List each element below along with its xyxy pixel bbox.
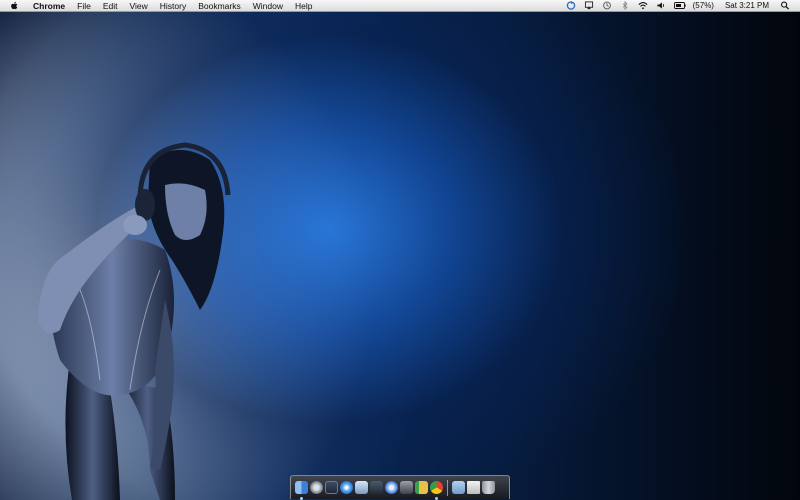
finder-icon[interactable] (295, 481, 308, 500)
photo-booth-icon[interactable] (400, 481, 413, 494)
chrome-icon[interactable] (430, 481, 443, 500)
time-machine-icon[interactable] (602, 1, 612, 10)
battery-percent: (57%) (692, 1, 714, 10)
itunes-icon[interactable] (385, 481, 398, 494)
preview-icon[interactable] (355, 481, 368, 494)
spotlight-icon[interactable] (780, 1, 790, 10)
desktop-wallpaper (0, 0, 800, 500)
apple-menu-icon[interactable] (10, 1, 19, 11)
menu-view[interactable]: View (123, 0, 153, 12)
dock (290, 475, 510, 500)
airplay-icon[interactable] (584, 1, 594, 10)
volume-icon[interactable] (656, 1, 666, 10)
documents-folder-icon[interactable] (452, 481, 465, 494)
menu-edit[interactable]: Edit (97, 0, 124, 12)
trash-icon[interactable] (482, 481, 495, 494)
safari-icon[interactable] (340, 481, 353, 494)
menu-bar: Chrome File Edit View History Bookmarks … (0, 0, 800, 12)
dock-separator (447, 479, 448, 496)
facetime-icon[interactable] (370, 481, 383, 494)
menu-history[interactable]: History (154, 0, 192, 12)
menu-bookmarks[interactable]: Bookmarks (192, 0, 247, 12)
mission-control-icon[interactable] (325, 481, 338, 494)
mail-stack-icon[interactable] (467, 481, 480, 494)
menu-window[interactable]: Window (247, 0, 289, 12)
wifi-icon[interactable] (638, 1, 648, 10)
battery-icon[interactable] (673, 1, 686, 10)
menu-file[interactable]: File (71, 0, 97, 12)
sync-icon[interactable] (566, 1, 576, 10)
launchpad-icon[interactable] (310, 481, 323, 494)
menu-clock[interactable]: Sat 3:21 PM (725, 1, 769, 10)
menu-help[interactable]: Help (289, 0, 318, 12)
menu-app-name[interactable]: Chrome (27, 0, 71, 12)
bluetooth-icon[interactable] (620, 1, 630, 10)
address-book-icon[interactable] (415, 481, 428, 494)
